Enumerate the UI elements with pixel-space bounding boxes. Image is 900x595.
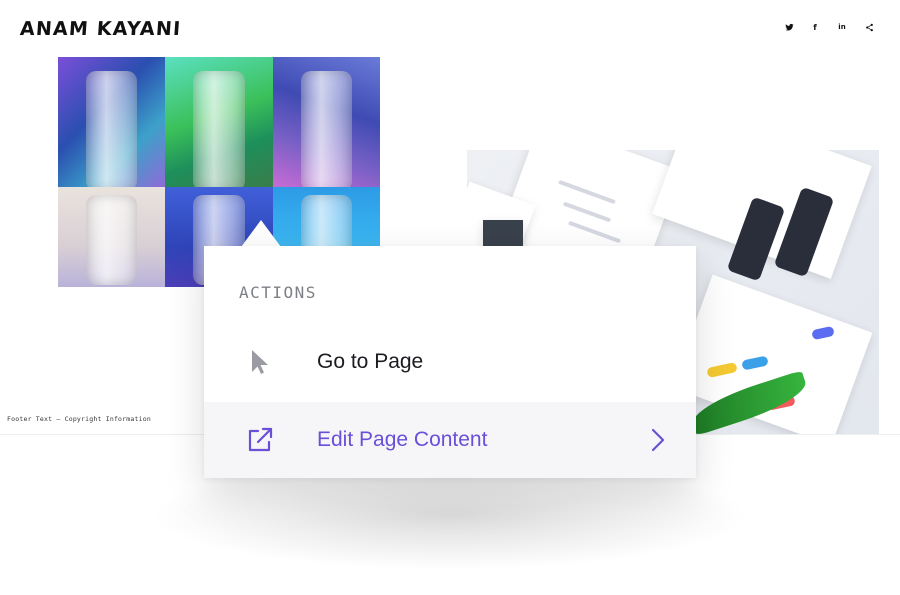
speaker-tile [165,57,273,187]
speaker-tile [58,187,166,287]
footer-copyright: Footer Text — Copyright Information [7,415,151,423]
facebook-icon[interactable]: f [810,22,820,32]
speaker-tile [58,57,166,187]
edit-page-content-menu-item[interactable]: Edit Page Content [204,402,696,478]
site-logo[interactable]: ANAM KAYANI [19,18,182,40]
speaker-tile [272,57,380,187]
actions-popover: ACTIONS Go to Page Edit Page Content [204,246,696,478]
cursor-pointer-icon [252,350,268,374]
twitter-icon[interactable] [784,22,794,32]
page: ANAM KAYANI f in Footer Text — Copyright… [0,0,900,595]
share-icon[interactable] [864,22,874,32]
popover-pointer [241,220,281,247]
social-links: f in [784,22,874,32]
chevron-right-icon [651,428,665,452]
edit-page-content-label: Edit Page Content [317,428,488,451]
go-to-page-label: Go to Page [317,350,424,373]
actions-section-label: ACTIONS [239,283,317,302]
go-to-page-menu-item[interactable]: Go to Page [204,324,696,400]
linkedin-icon[interactable]: in [836,22,848,32]
external-link-icon [248,427,273,452]
ui-mock-swatch [483,220,523,248]
